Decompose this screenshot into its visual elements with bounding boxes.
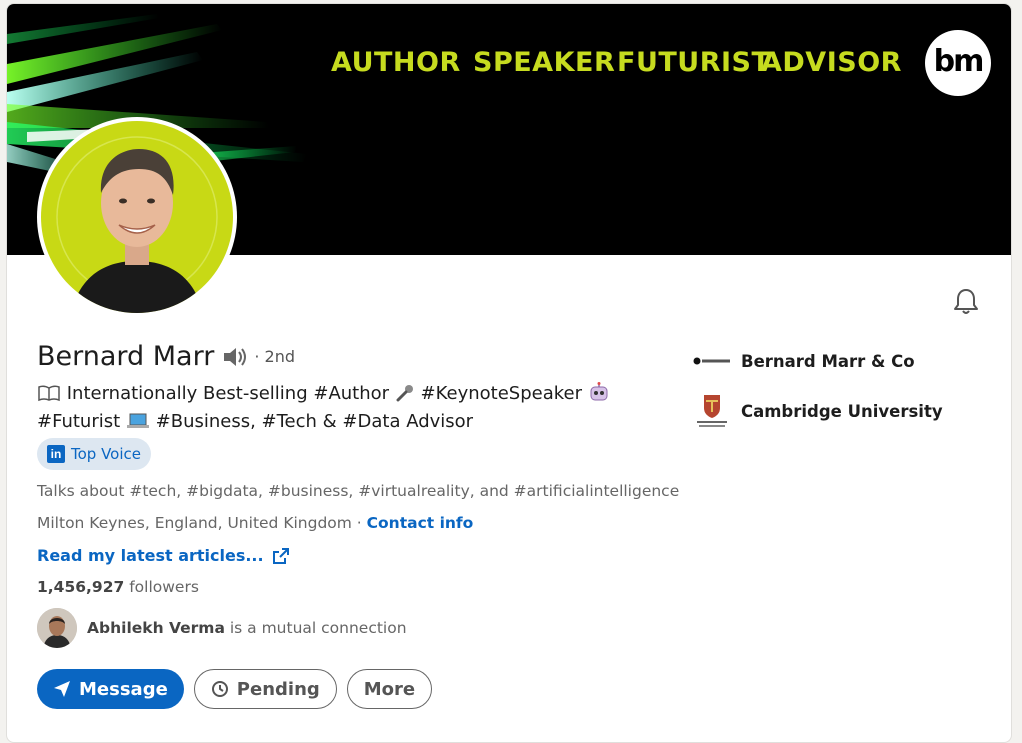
education-school[interactable]: Cambridge University bbox=[693, 395, 943, 427]
headline-line-1: Internationally Best-selling #Author #Ke… bbox=[37, 381, 637, 409]
pending-button[interactable]: Pending bbox=[193, 669, 337, 709]
mutual-name[interactable]: Abhilekh Verma bbox=[87, 619, 225, 637]
laptop-icon bbox=[126, 412, 150, 437]
bm-logo: bm bbox=[925, 30, 991, 96]
mutual-connection-text: Abhilekh Verma is a mutual connection bbox=[87, 619, 407, 637]
mutual-connection[interactable]: Abhilekh Verma is a mutual connection bbox=[37, 608, 407, 648]
follow-notification-bell-button[interactable] bbox=[951, 286, 981, 316]
talks-about: Talks about #tech, #bigdata, #business, … bbox=[37, 482, 680, 500]
top-voice-badge[interactable]: in Top Voice bbox=[37, 438, 151, 470]
experience-education-summary: Bernard Marr & Co Cambridge University bbox=[693, 349, 943, 449]
clock-icon bbox=[211, 681, 228, 697]
current-company[interactable]: Bernard Marr & Co bbox=[693, 349, 943, 373]
articles-link-text: Read my latest articles... bbox=[37, 546, 264, 565]
contact-info-link[interactable]: Contact info bbox=[367, 514, 474, 532]
external-link-icon bbox=[272, 547, 289, 564]
profile-card: AUTHOR SPEAKER FUTURIST ADVISOR bm Berna… bbox=[6, 3, 1012, 743]
profile-name: Bernard Marr bbox=[37, 341, 215, 372]
location-row: Milton Keynes, England, United Kingdom ·… bbox=[37, 514, 473, 532]
avatar-photo bbox=[41, 121, 233, 313]
open-book-icon bbox=[37, 384, 61, 409]
send-icon bbox=[54, 681, 70, 697]
read-articles-link[interactable]: Read my latest articles... bbox=[37, 546, 290, 565]
bm-logo-text: bm bbox=[933, 43, 985, 79]
tagline-advisor: ADVISOR bbox=[761, 47, 902, 78]
person-portrait-icon bbox=[56, 136, 218, 313]
connection-degree: · 2nd bbox=[254, 347, 295, 366]
message-button-label: Message bbox=[79, 678, 168, 700]
more-button[interactable]: More bbox=[346, 669, 433, 709]
separator-dot: · bbox=[351, 514, 367, 532]
microphone-icon bbox=[395, 384, 415, 409]
followers-number: 1,456,927 bbox=[37, 578, 125, 596]
robot-icon bbox=[588, 382, 610, 409]
location-text: Milton Keynes, England, United Kingdom bbox=[37, 514, 352, 532]
tagline-futurist: FUTURIST bbox=[617, 47, 771, 78]
headline-text-2b: #Business, #Tech & #Data Advisor bbox=[155, 411, 474, 432]
headline-text-1a: Internationally Best-selling #Author bbox=[66, 383, 390, 404]
speaker-icon[interactable] bbox=[222, 346, 248, 368]
mutual-connection-avatar[interactable] bbox=[37, 608, 77, 648]
person-avatar-icon bbox=[37, 608, 77, 648]
bell-icon bbox=[954, 289, 978, 314]
headline-line-2: #Futurist #Business, #Tech & #Data Advis… bbox=[37, 409, 637, 437]
followers-count: 1,456,927 followers bbox=[37, 578, 199, 596]
message-button[interactable]: Message bbox=[37, 669, 184, 709]
tagline-author: AUTHOR bbox=[331, 47, 461, 78]
linkedin-icon: in bbox=[47, 445, 65, 463]
company-logo bbox=[693, 346, 731, 376]
headline-text-1b: #KeynoteSpeaker bbox=[420, 383, 582, 404]
profile-actions: Message Pending More bbox=[37, 669, 433, 709]
profile-headline: Internationally Best-selling #Author #Ke… bbox=[37, 381, 637, 437]
profile-avatar[interactable] bbox=[37, 117, 237, 317]
mutual-label: is a mutual connection bbox=[224, 619, 407, 637]
followers-label: followers bbox=[124, 578, 199, 596]
tagline-speaker: SPEAKER bbox=[473, 47, 616, 78]
school-name: Cambridge University bbox=[741, 401, 943, 421]
badge-label: Top Voice bbox=[71, 445, 141, 463]
more-button-label: More bbox=[363, 678, 416, 700]
headline-text-2a: #Futurist bbox=[37, 411, 121, 432]
pending-button-label: Pending bbox=[236, 678, 320, 700]
name-row: Bernard Marr · 2nd bbox=[37, 341, 295, 372]
company-name: Bernard Marr & Co bbox=[741, 351, 915, 371]
university-crest-icon bbox=[693, 395, 731, 427]
